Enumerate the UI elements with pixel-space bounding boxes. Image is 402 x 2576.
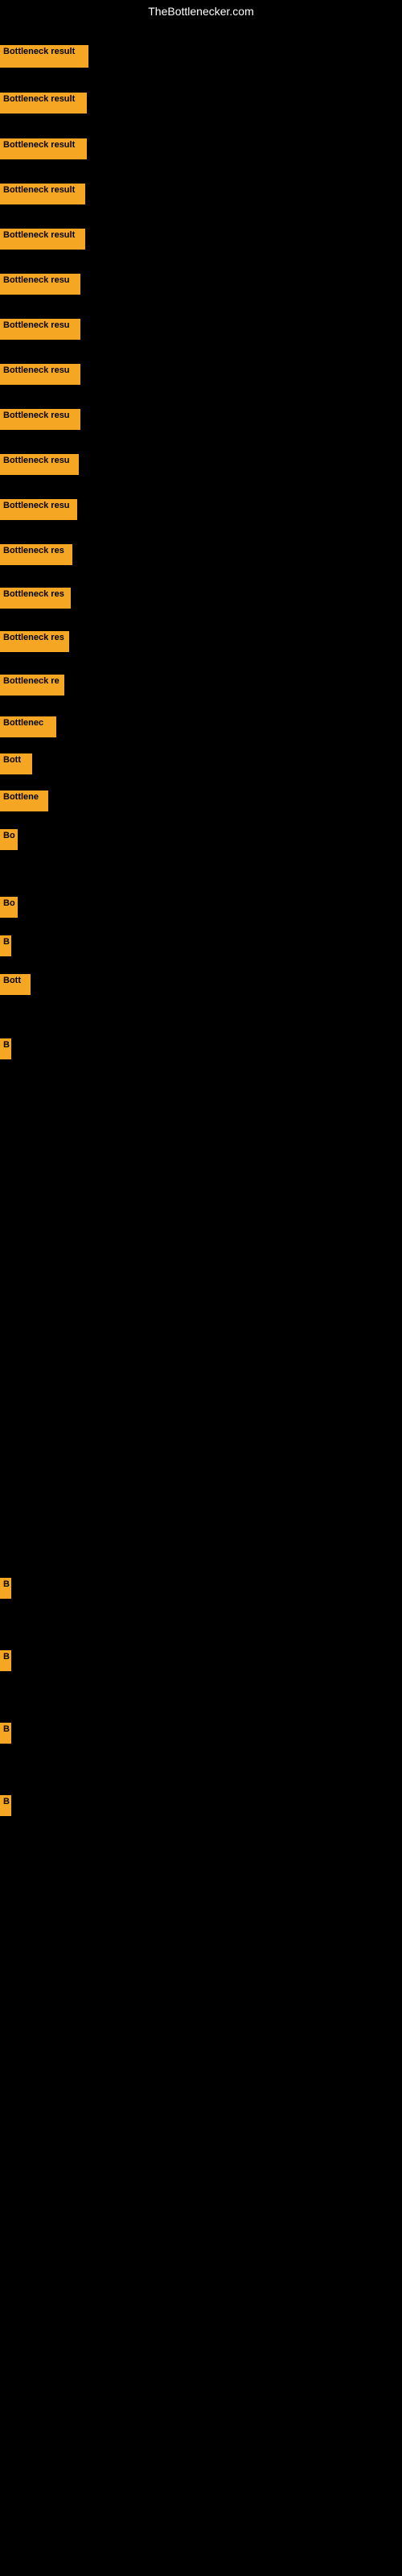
bottleneck-badge: B bbox=[0, 1578, 11, 1599]
bottleneck-badge: Bo bbox=[0, 829, 18, 850]
bottleneck-badge: Bottleneck result bbox=[0, 45, 88, 68]
bottleneck-badge: Bottleneck res bbox=[0, 588, 71, 609]
bottleneck-badge: Bottleneck resu bbox=[0, 409, 80, 430]
bottleneck-badge: Bottleneck result bbox=[0, 93, 87, 114]
bottleneck-badge: B bbox=[0, 1650, 11, 1671]
bottleneck-badge: Bottleneck resu bbox=[0, 274, 80, 295]
bottleneck-badge: Bo bbox=[0, 897, 18, 918]
bottleneck-badge: Bottlenec bbox=[0, 716, 56, 737]
bottleneck-badge: Bottleneck result bbox=[0, 229, 85, 250]
bottleneck-badge: Bottleneck res bbox=[0, 631, 69, 652]
bottleneck-badge: B bbox=[0, 1038, 11, 1059]
bottleneck-badge: Bottleneck res bbox=[0, 544, 72, 565]
bottleneck-badge: Bottleneck result bbox=[0, 138, 87, 159]
bottleneck-badge: Bott bbox=[0, 974, 31, 995]
site-title: TheBottlenecker.com bbox=[0, 0, 402, 23]
bottleneck-badge: B bbox=[0, 1723, 11, 1744]
bottleneck-badge: Bottleneck resu bbox=[0, 319, 80, 340]
bottleneck-badge: Bottlene bbox=[0, 791, 48, 811]
bottleneck-badge: Bottleneck resu bbox=[0, 364, 80, 385]
bottleneck-badge: Bottleneck re bbox=[0, 675, 64, 696]
bottleneck-badge: Bott bbox=[0, 753, 32, 774]
bottleneck-badge: Bottleneck resu bbox=[0, 499, 77, 520]
bottleneck-badge: Bottleneck result bbox=[0, 184, 85, 204]
bottleneck-badge: B bbox=[0, 935, 11, 956]
bottleneck-badge: B bbox=[0, 1795, 11, 1816]
bottleneck-badge: Bottleneck resu bbox=[0, 454, 79, 475]
